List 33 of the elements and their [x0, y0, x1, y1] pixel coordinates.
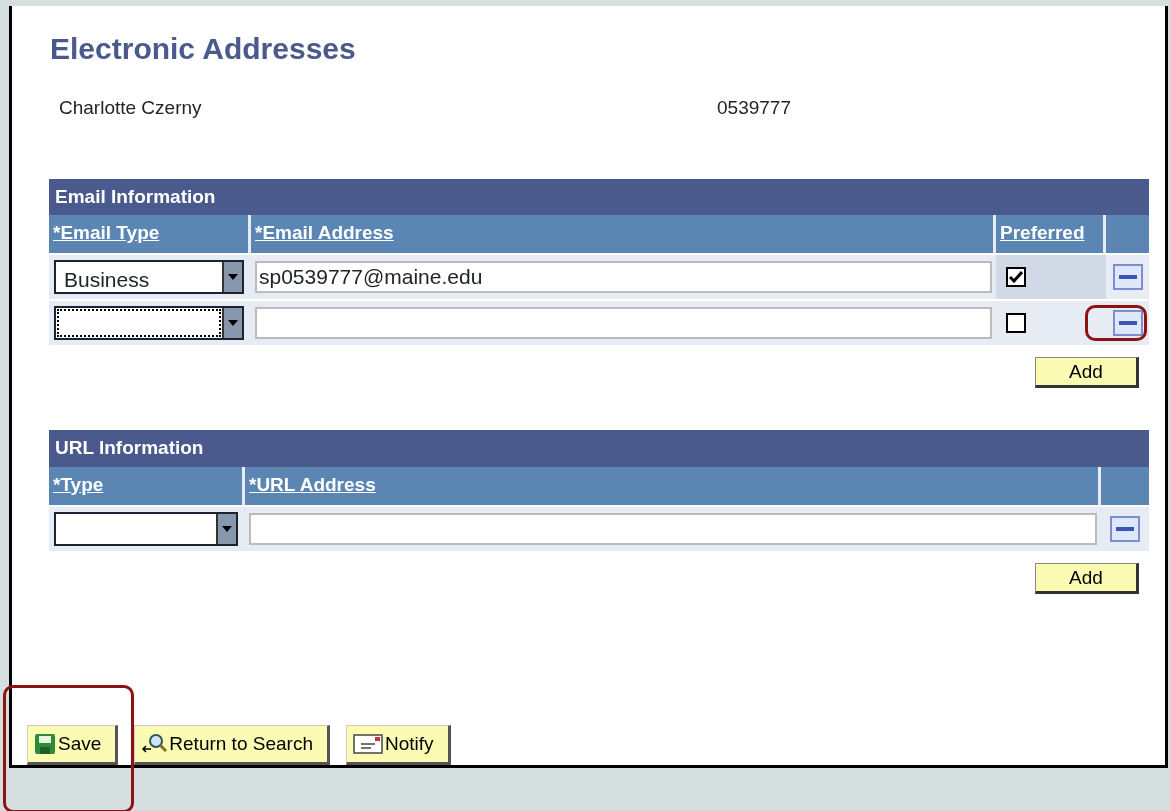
- caret-icon: [228, 274, 238, 280]
- page-title: Electronic Addresses: [50, 34, 356, 64]
- text-field[interactable]: [249, 512, 1097, 545]
- dropdown-field[interactable]: Business: [54, 260, 244, 294]
- person-id: 0539777: [717, 96, 791, 120]
- dropdown-field[interactable]: [54, 306, 244, 340]
- section-header: Email Information: [49, 178, 1149, 215]
- toolbar-button[interactable]: Save: [27, 725, 119, 765]
- add-button[interactable]: Add: [1035, 562, 1139, 594]
- column-header-link[interactable]: *Type: [49, 466, 245, 505]
- text-field[interactable]: [255, 307, 992, 339]
- dropdown-field[interactable]: [54, 511, 238, 546]
- minus-icon: [1116, 526, 1134, 531]
- add-button[interactable]: Add: [1035, 357, 1139, 388]
- column-header-link[interactable]: *Email Type: [49, 215, 251, 253]
- delete-row-button[interactable]: [1112, 264, 1143, 290]
- envelope-icon: [352, 733, 383, 755]
- column-header-link[interactable]: *URL Address: [245, 466, 1101, 505]
- text-field[interactable]: sp0539777@maine.edu: [255, 261, 992, 293]
- delete-row-button[interactable]: [1112, 310, 1143, 336]
- caret-icon: [222, 525, 232, 532]
- person-name: Charlotte Czerny: [59, 96, 203, 120]
- toolbar-button[interactable]: Return to Search: [134, 725, 330, 765]
- checkbox[interactable]: [1006, 313, 1026, 333]
- toolbar-button[interactable]: Notify: [345, 725, 451, 765]
- magnifier-icon: [141, 733, 168, 755]
- section-header: URL Information: [49, 430, 1149, 467]
- minus-icon: [1118, 321, 1137, 325]
- delete-row-button[interactable]: [1110, 515, 1140, 542]
- minus-icon: [1118, 275, 1137, 279]
- column-header-link[interactable]: *Email Address: [251, 215, 996, 253]
- checkbox[interactable]: [1006, 267, 1026, 287]
- caret-icon: [228, 320, 238, 326]
